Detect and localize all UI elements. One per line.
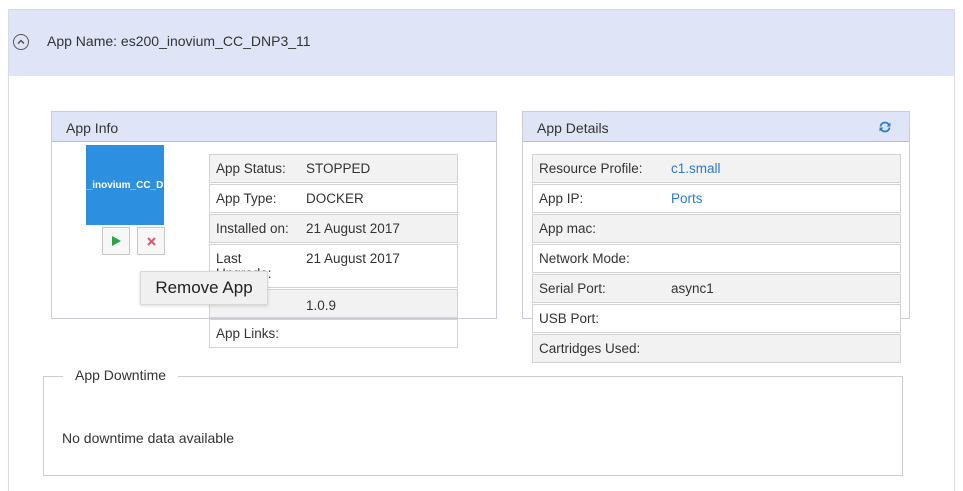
app-links-label: App Links:: [216, 326, 280, 341]
app-downtime-title: App Downtime: [63, 366, 179, 384]
no-downtime-message: No downtime data available: [62, 430, 234, 446]
cartridges-used-label: Cartridges Used:: [539, 341, 641, 356]
app-details-header: App Details: [523, 112, 909, 142]
app-downtime-panel: [43, 376, 903, 476]
cartridges-used-row: Cartridges Used:: [532, 334, 901, 363]
network-mode-label: Network Mode:: [539, 251, 630, 266]
app-mac-label: App mac:: [539, 221, 597, 236]
resource-profile-row: Resource Profile: c1.small: [532, 154, 901, 183]
app-mac-row: App mac:: [532, 214, 901, 243]
usb-port-row: USB Port:: [532, 304, 901, 333]
installed-on-row: Installed on: 21 August 2017: [209, 214, 458, 243]
app-links-row: App Links:: [209, 319, 458, 348]
app-type-value: DOCKER: [306, 191, 364, 206]
app-details-title: App Details: [537, 120, 609, 136]
usb-port-label: USB Port:: [539, 311, 600, 326]
app-name: App Name: es200_inovium_CC_DNP3_11: [47, 33, 311, 49]
remove-app-tooltip: Remove App: [140, 271, 268, 305]
close-icon: [146, 236, 156, 246]
app-info-title: App Info: [66, 120, 119, 136]
refresh-icon[interactable]: [878, 120, 892, 134]
app-status-value: STOPPED: [306, 161, 371, 176]
app-status-label: App Status:: [216, 161, 286, 176]
app-status-row: App Status: STOPPED: [209, 154, 458, 183]
serial-port-value: async1: [671, 281, 714, 296]
app-ip-label: App IP:: [539, 191, 584, 206]
serial-port-row: Serial Port: async1: [532, 274, 901, 303]
last-upgrade-value: 21 August 2017: [306, 251, 400, 266]
app-version-value: 1.0.9: [306, 298, 337, 313]
start-app-button[interactable]: [102, 227, 130, 255]
app-tile-label: _inovium_CC_D: [86, 179, 164, 191]
app-info-header: App Info: [52, 112, 496, 142]
ports-link[interactable]: Ports: [671, 191, 703, 206]
resource-profile-label: Resource Profile:: [539, 161, 643, 176]
installed-on-value: 21 August 2017: [306, 221, 400, 236]
collapse-icon[interactable]: [13, 34, 29, 50]
app-header[interactable]: App Name: es200_inovium_CC_DNP3_11: [9, 9, 954, 76]
installed-on-label: Installed on:: [216, 221, 289, 236]
serial-port-label: Serial Port:: [539, 281, 606, 296]
play-icon: [112, 236, 121, 246]
remove-app-button[interactable]: [137, 227, 165, 255]
resource-profile-link[interactable]: c1.small: [671, 161, 721, 176]
app-ip-row: App IP: Ports: [532, 184, 901, 213]
app-type-label: App Type:: [216, 191, 277, 206]
network-mode-row: Network Mode:: [532, 244, 901, 273]
app-tile[interactable]: _inovium_CC_D: [86, 145, 164, 225]
app-type-row: App Type: DOCKER: [209, 184, 458, 213]
